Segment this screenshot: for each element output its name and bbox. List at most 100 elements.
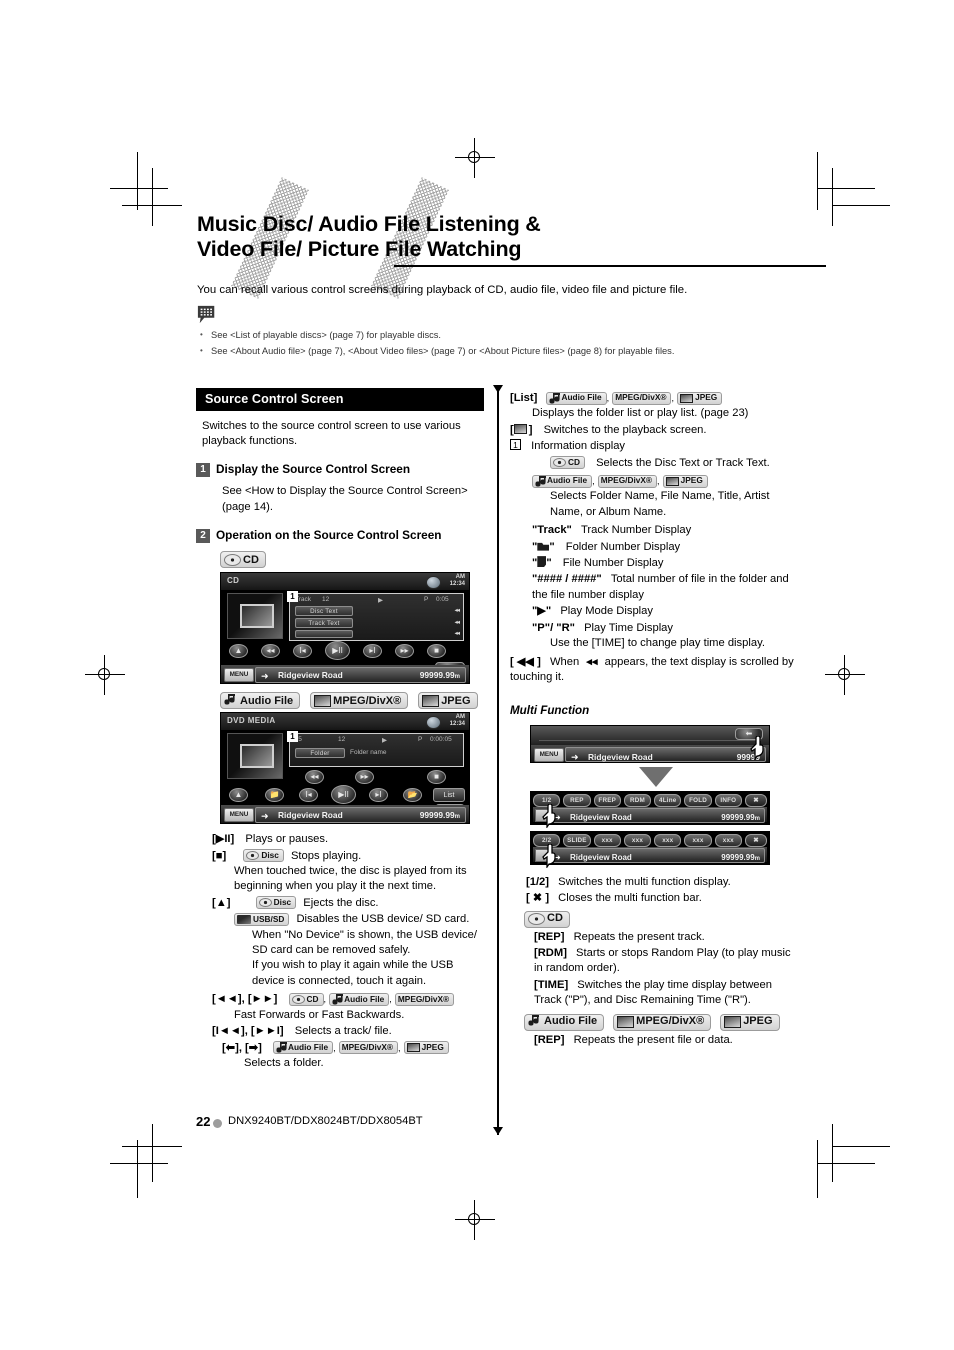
mf-button-placeholder[interactable]: xxx [684, 833, 712, 847]
track-text-pill[interactable]: Track Text [295, 618, 353, 629]
badge-audio-file: Audio File [524, 1013, 605, 1031]
multi-function-top-bar-mock[interactable]: ⬅ MENU ➜ Ridgeview Road 99999 [530, 724, 770, 763]
mf-button-close[interactable]: ✖ [744, 833, 767, 847]
key-entry-list: [List] Audio File, MPEG/DivX®, JPEG [510, 391, 802, 406]
key-entry-play-pause: [▶II] Plays or pauses. [212, 832, 484, 847]
mf-button-placeholder[interactable]: xxx [593, 833, 621, 847]
clock-time: 12:34 [449, 720, 465, 727]
folder-pill[interactable]: Folder [295, 748, 345, 759]
badge-cd: CD [220, 551, 266, 569]
now-playing-bar[interactable]: ➜ Ridgeview Road 99999.99m [549, 847, 765, 863]
mf-button-rep[interactable]: REP [563, 793, 591, 807]
mf-button-fold[interactable]: FOLD [684, 793, 712, 807]
crop-mark-br-h [817, 1163, 875, 1164]
mf-button-close[interactable]: ✖ [744, 793, 767, 807]
callout-1: 1 [287, 731, 298, 743]
scroll-arrows-icon[interactable]: ◂◂ [454, 618, 459, 626]
mf-button-rdm[interactable]: RDM [623, 793, 652, 807]
menu-button[interactable]: MENU [534, 747, 564, 762]
mf-button-4line[interactable]: 4Line [654, 793, 682, 807]
play-pause-button[interactable]: ▶II [331, 785, 356, 805]
now-playing-bar[interactable]: ➜ Ridgeview Road 99999.99m [255, 807, 466, 824]
folder-up-button[interactable]: 📂 [403, 788, 422, 803]
folder-down-button[interactable]: 📁 [265, 788, 284, 803]
up-button[interactable]: ▲ [229, 788, 248, 803]
now-playing-text: Ridgeview Road [588, 751, 653, 762]
up-button[interactable]: ▲ [229, 644, 248, 659]
key-label: [REP] [534, 1033, 565, 1046]
badge-jpeg: JPEG [662, 474, 708, 488]
step-number: 1 [196, 463, 210, 478]
previous-track-button[interactable]: I◂ [293, 644, 312, 659]
key-entry-usb-disable: USB/SD Disables the USB device/ SD card. [234, 912, 484, 927]
media-source-control-screen-mock[interactable]: DVD MEDIA AM 12:34 ♪5 12 ▶ P 0:00:05 Fol… [220, 712, 470, 825]
registration-mark-bottom [455, 1200, 495, 1240]
scroll-arrows-icon[interactable]: ◂◂ [454, 606, 459, 614]
album-art-placeholder [227, 593, 283, 640]
key-label: [ ◀◀ ] [510, 655, 541, 668]
music-note-icon [528, 1015, 543, 1030]
disc-text-pill[interactable]: Disc Text [295, 606, 353, 617]
key-label: [▲] [212, 896, 231, 909]
next-track-button[interactable]: ▸I [363, 644, 382, 659]
key-description: Plays or pauses. [245, 833, 329, 846]
item-key: "#### / ####" [532, 573, 602, 586]
badge-usb-sd: USB/SD [234, 912, 290, 926]
cd-source-control-screen-mock[interactable]: CD AM 12:34 Track 12 ▶ P 0:05 Disc Text … [220, 572, 470, 685]
key-entry-page-switch: [1/2] Switches the multi function displa… [526, 875, 802, 890]
stop-button[interactable]: ■ [427, 644, 446, 659]
badge-mpeg-divx-label: MPEG/DivX® [615, 392, 667, 403]
key-label: [1/2] [526, 875, 550, 888]
next-file-button[interactable]: ▸I [369, 788, 388, 803]
key-label: [TIME] [534, 978, 569, 991]
key-label: [ ✖ ] [526, 892, 550, 905]
item-text: Folder Number Display [565, 540, 681, 553]
mock-source-name: CD [227, 576, 240, 586]
now-playing-bar[interactable]: ➜ Ridgeview Road 99999.99m [549, 807, 765, 823]
note-bullets: See <List of playable discs> (page 7) fo… [197, 327, 857, 359]
badge-mpeg-divx: MPEG/DivX® [394, 992, 455, 1006]
stop-button[interactable]: ■ [427, 770, 446, 785]
key-description: Fast Forwards or Fast Backwards. [234, 1008, 405, 1021]
file-number: 12 [338, 736, 346, 744]
mf-button-slide[interactable]: SLIDE [563, 833, 591, 847]
mf-button-info[interactable]: INFO [714, 793, 742, 807]
display-item-folder: " " Folder Number Display [532, 540, 802, 555]
mf-button-placeholder[interactable]: xxx [623, 833, 652, 847]
previous-file-button[interactable]: I◂ [299, 788, 318, 803]
menu-button[interactable]: MENU [224, 808, 254, 823]
scroll-arrows-icon[interactable]: ◂◂ [454, 629, 459, 637]
info-cd-description: Selects the Disc Text or Track Text. [596, 456, 770, 469]
badge-mpeg-divx-label: MPEG/DivX® [600, 475, 653, 486]
key-entry-fast-forward: [◄◄], [►►] CD, Audio File, MPEG/DivX® [212, 992, 484, 1007]
fast-forward-button[interactable]: ▸▸ [355, 770, 374, 785]
badge-cd-label: CD [568, 456, 580, 467]
mf-button-placeholder[interactable]: xxx [714, 833, 742, 847]
badge-cd-label: CD [306, 993, 319, 1004]
key-entry-close-bar: [ ✖ ] Closes the multi function bar. [526, 891, 802, 906]
fast-forward-button[interactable]: ▸▸ [395, 644, 414, 659]
fast-backward-button[interactable]: ◂◂ [261, 644, 280, 659]
blank-text-pill[interactable] [295, 630, 353, 639]
play-pause-button[interactable]: ▶II [325, 641, 350, 661]
key-label: [■] [212, 849, 227, 862]
file-icon [537, 556, 547, 568]
left-column: Source Control Screen Switches to the so… [196, 388, 484, 1071]
section-header-source-control: Source Control Screen [196, 388, 484, 411]
mf-button-frep[interactable]: FREP [593, 793, 621, 807]
title-rule [394, 265, 826, 267]
multi-function-bar-page2-mock[interactable]: 2/2 SLIDE xxx xxx xxx xxx xxx ✖ ➜ Ridgev… [530, 830, 770, 869]
music-note-icon [549, 392, 561, 404]
multi-function-bar-page1-mock[interactable]: 1/2 REP FREP RDM 4Line FOLD INFO ✖ ➜ Rid… [530, 790, 770, 829]
list-button[interactable]: List [433, 788, 465, 803]
mf-button-placeholder[interactable]: xxx [654, 833, 682, 847]
clock-ampm: AM [455, 574, 465, 581]
mock-menu-bar: MENU ➜ Ridgeview Road 99999.99m [221, 805, 469, 824]
now-playing-text: Ridgeview Road [278, 670, 343, 681]
menu-button[interactable]: MENU [224, 668, 254, 683]
now-playing-bar[interactable]: ➜ Ridgeview Road 99999.99m [255, 667, 466, 684]
now-playing-bar[interactable]: ➜ Ridgeview Road 99999 [565, 746, 766, 762]
information-display-panel[interactable]: Track 12 ▶ P 0:05 Disc Text Track Text ◂… [289, 593, 464, 642]
fast-backward-button[interactable]: ◂◂ [305, 770, 324, 785]
information-display-panel[interactable]: ♪5 12 ▶ P 0:00:05 Folder Folder name [289, 733, 464, 768]
